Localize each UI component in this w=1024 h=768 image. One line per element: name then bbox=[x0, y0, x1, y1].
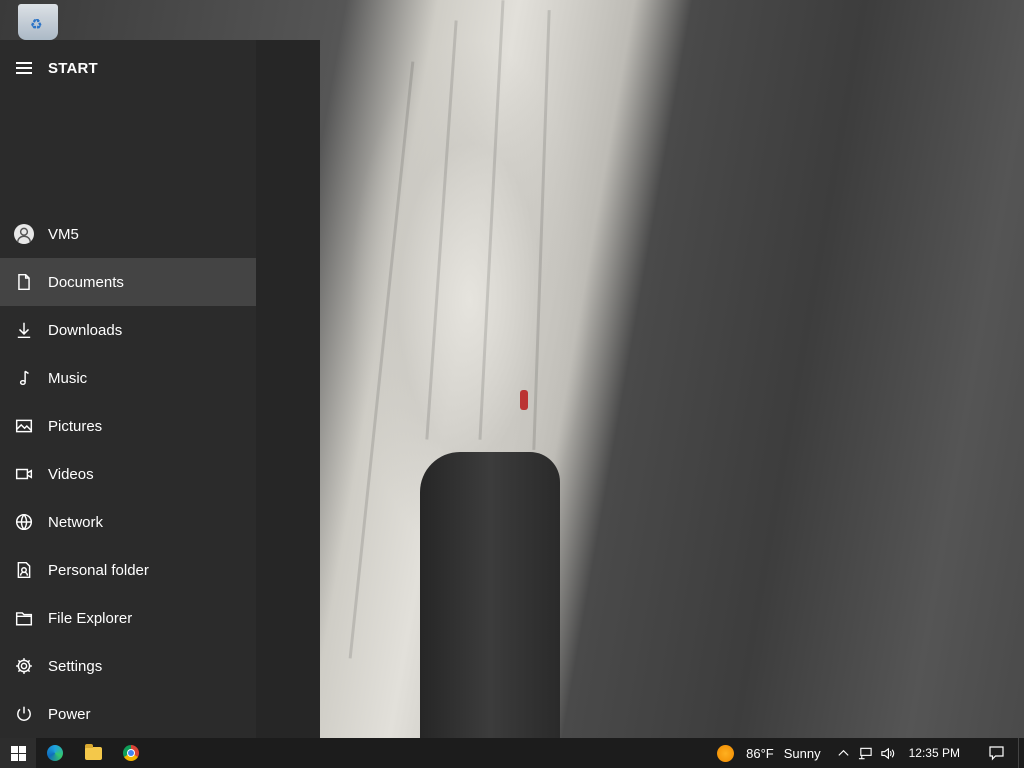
rock-formation bbox=[420, 452, 560, 738]
file-explorer-folder-icon bbox=[84, 743, 102, 760]
start-item-label: Power bbox=[48, 705, 91, 723]
start-item-label: Network bbox=[48, 513, 104, 531]
climber-figure bbox=[520, 390, 528, 410]
picture-icon bbox=[0, 402, 48, 450]
taskbar: 86°F Sunny 12:35 PM bbox=[0, 738, 1024, 768]
start-tiles-area bbox=[256, 40, 320, 738]
taskbar-clock[interactable]: 12:35 PM bbox=[909, 746, 960, 760]
weather-sun-icon[interactable] bbox=[717, 744, 735, 762]
power-icon bbox=[0, 690, 48, 738]
start-item-power[interactable]: Power bbox=[0, 690, 256, 738]
system-tray: 86°F Sunny 12:35 PM bbox=[717, 738, 1024, 768]
start-item-music[interactable]: Music bbox=[0, 354, 256, 402]
weather-temperature[interactable]: 86°F bbox=[746, 746, 774, 761]
start-item-label: Documents bbox=[48, 273, 124, 291]
show-desktop-button[interactable] bbox=[1018, 738, 1024, 768]
start-title: START bbox=[48, 59, 98, 77]
start-item-pictures[interactable]: Pictures bbox=[0, 402, 256, 450]
start-item-network[interactable]: Network bbox=[0, 498, 256, 546]
taskbar-file-explorer[interactable] bbox=[74, 738, 112, 768]
start-item-label: Music bbox=[48, 369, 88, 387]
start-menu: START VM5 Documents Downloads Music Pict… bbox=[0, 40, 320, 738]
windows-logo-icon bbox=[10, 745, 26, 761]
edge-browser-icon bbox=[47, 745, 63, 761]
start-item-personal-folder[interactable]: Personal folder bbox=[0, 546, 256, 594]
start-item-label: Videos bbox=[48, 465, 94, 483]
chevron-up-icon[interactable] bbox=[833, 746, 855, 761]
start-menu-list: VM5 Documents Downloads Music Pictures V… bbox=[0, 210, 256, 738]
download-icon bbox=[0, 306, 48, 354]
document-icon bbox=[0, 258, 48, 306]
video-icon bbox=[0, 450, 48, 498]
globe-icon bbox=[0, 498, 48, 546]
network-icon[interactable] bbox=[855, 746, 877, 761]
start-item-label: Downloads bbox=[48, 321, 123, 339]
start-item-downloads[interactable]: Downloads bbox=[0, 306, 256, 354]
windows-start-button[interactable] bbox=[0, 738, 36, 768]
gear-icon bbox=[0, 642, 48, 690]
volume-icon[interactable] bbox=[877, 746, 899, 761]
start-item-user[interactable]: VM5 bbox=[0, 210, 256, 258]
recycle-bin-icon[interactable]: ♻ bbox=[18, 4, 58, 40]
file-explorer-icon bbox=[0, 594, 48, 642]
music-note-icon bbox=[0, 354, 48, 402]
start-item-label: File Explorer bbox=[48, 609, 133, 627]
user-avatar-icon bbox=[14, 224, 34, 244]
start-item-label: Pictures bbox=[48, 417, 103, 435]
notification-icon[interactable] bbox=[974, 738, 1018, 768]
chrome-browser-icon bbox=[123, 745, 139, 761]
taskbar-chrome[interactable] bbox=[112, 738, 150, 768]
start-item-settings[interactable]: Settings bbox=[0, 642, 256, 690]
personal-folder-icon bbox=[0, 546, 48, 594]
start-header: START bbox=[0, 40, 256, 96]
weather-condition[interactable]: Sunny bbox=[784, 746, 821, 761]
taskbar-edge[interactable] bbox=[36, 738, 74, 768]
start-item-file-explorer[interactable]: File Explorer bbox=[0, 594, 256, 642]
hamburger-menu-icon[interactable] bbox=[0, 40, 48, 96]
start-item-documents[interactable]: Documents bbox=[0, 258, 256, 306]
start-item-videos[interactable]: Videos bbox=[0, 450, 256, 498]
start-item-label: Personal folder bbox=[48, 561, 149, 579]
start-item-label: VM5 bbox=[48, 225, 79, 243]
start-item-label: Settings bbox=[48, 657, 103, 675]
